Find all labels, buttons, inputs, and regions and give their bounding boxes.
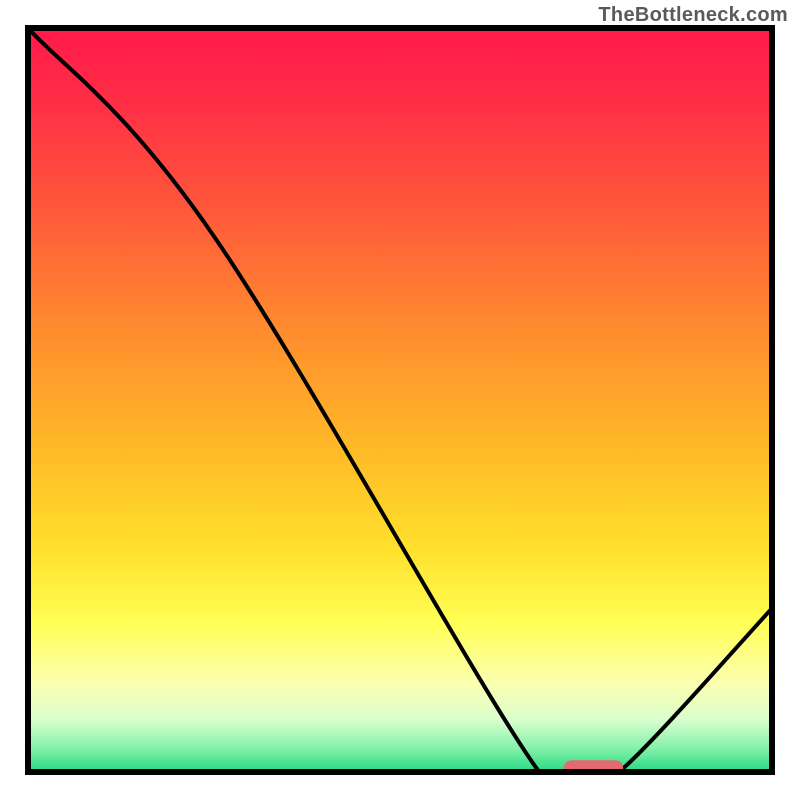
chart-stage: TheBottleneck.com — [0, 0, 800, 800]
bottleneck-chart — [0, 0, 800, 800]
watermark-text: TheBottleneck.com — [598, 4, 788, 27]
